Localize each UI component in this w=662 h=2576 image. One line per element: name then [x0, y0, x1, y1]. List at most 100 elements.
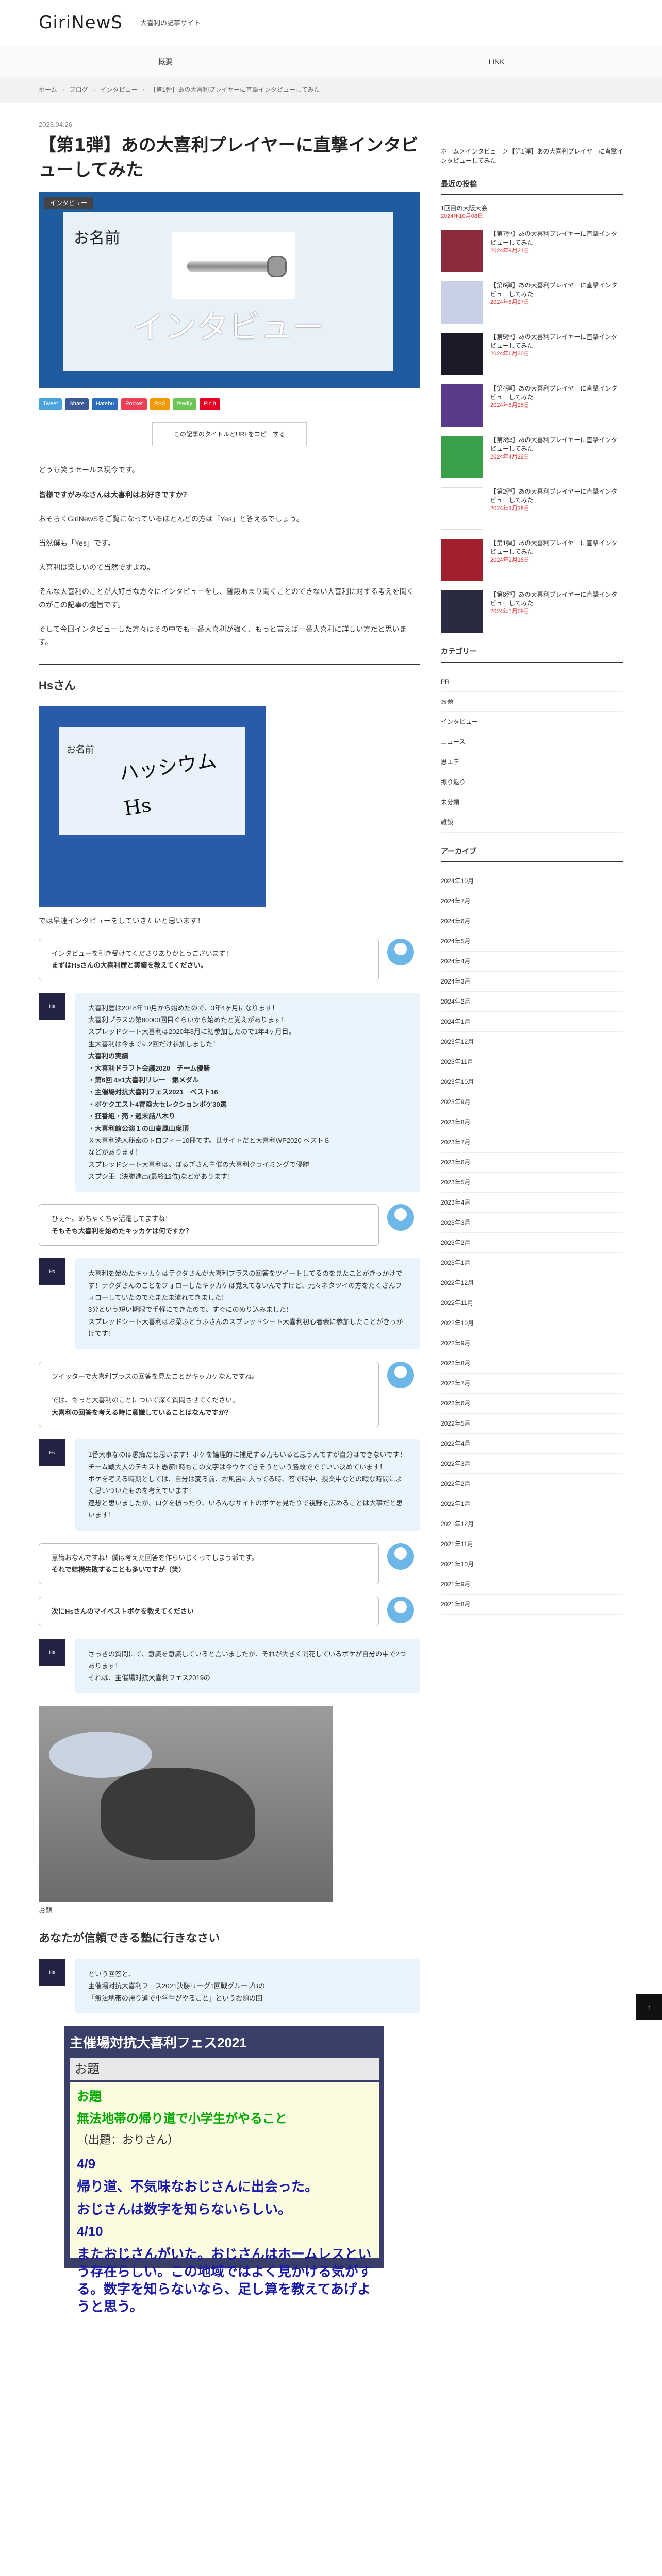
bubble-line: それで結構失敗することも多いですが（笑） — [52, 1565, 186, 1573]
recent-post-text: 【第3弾】あの大喜利プレイヤーに直撃インタビューしてみた 2024年4月22日 — [490, 436, 623, 478]
recent-post-item[interactable]: 【第2弾】あの大喜利プレイヤーに直撃インタビューしてみた 2024年3月28日 — [441, 487, 623, 530]
share-button-rss[interactable]: RSS — [150, 398, 170, 411]
category-tag[interactable]: インタビュー — [44, 197, 94, 209]
breadcrumb-separator: › — [62, 86, 64, 94]
archive-item[interactable]: 2022年11月 — [441, 1293, 623, 1313]
category-item[interactable]: お題 — [441, 692, 623, 712]
share-button-pocket[interactable]: Pocket — [121, 398, 147, 411]
recent-posts-heading: 最近の投稿 — [441, 178, 623, 195]
bubble-line: チーム戦大人のテキスト愚痴1時もこの文字は今ウケてきそうという勝敗ででていい決め… — [88, 1463, 387, 1471]
archive-item[interactable]: 2024年3月 — [441, 972, 623, 992]
category-item[interactable]: 雑談 — [441, 812, 623, 833]
bubble-line: 大喜利プラスの第80000回目ぐらいから始めたと覚えがあります！ — [88, 1016, 288, 1024]
copy-title-url-button[interactable]: この記事のタイトルとURLをコピーする — [152, 422, 307, 447]
archive-item[interactable]: 2022年1月 — [441, 1494, 623, 1514]
recent-post-item[interactable]: 【第7弾】あの大喜利プレイヤーに直撃インタビューしてみた 2024年9月21日 — [441, 230, 623, 273]
recent-post-text: 【第5弾】あの大喜利プレイヤーに直撃インタビューしてみた 2024年6月30日 — [490, 333, 623, 375]
archive-item[interactable]: 2022年12月 — [441, 1273, 623, 1293]
bubble-line: ・主催場対抗大喜利フェス2021 ベスト16 — [88, 1088, 218, 1096]
archive-item[interactable]: 2023年10月 — [441, 1072, 623, 1092]
recent-post-item[interactable]: 【第5弾】あの大喜利プレイヤーに直撃インタビューしてみた 2024年6月30日 — [441, 333, 623, 376]
archive-item[interactable]: 2024年4月 — [441, 952, 623, 972]
archive-item[interactable]: 2023年1月 — [441, 1253, 623, 1273]
bubble-text: 1番大事なのは愚痴だと思います！ボケを論理的に補足する力もいると思うんですが自分… — [75, 1439, 420, 1531]
archive-item[interactable]: 2023年7月 — [441, 1132, 623, 1153]
archive-item[interactable]: 2023年11月 — [441, 1052, 623, 1072]
share-button-share[interactable]: Share — [65, 398, 89, 411]
archive-item[interactable]: 2024年2月 — [441, 992, 623, 1012]
share-button-pin-it[interactable]: Pin it — [199, 398, 221, 411]
breadcrumb-item[interactable]: ブログ — [70, 84, 88, 96]
archive-item[interactable]: 2023年9月 — [441, 1092, 623, 1112]
recent-post-title: 【第4弾】あの大喜利プレイヤーに直撃インタビューしてみた — [490, 385, 618, 401]
nav-item-1[interactable]: LINK — [331, 46, 662, 77]
archive-item[interactable]: 2023年4月 — [441, 1193, 623, 1213]
bubble-text: 意識おなんですね！僕は考えた回答を作らいじくってしまう派です。 それで結構失敗する… — [39, 1543, 379, 1585]
recent-first[interactable]: 1回目の大阪大会 2024年10月08日 — [441, 204, 623, 221]
bubble-text: 大喜利歴は2018年10月から始めたので、3年4ヶ月になります！ 大喜利プラスの第… — [75, 992, 420, 1192]
bubble-line: 主催場対抗大喜利フェス2021決勝リーグ1回戦グループBの — [88, 1982, 266, 1990]
archive-item[interactable]: 2024年10月 — [441, 871, 623, 891]
archive-item[interactable]: 2022年7月 — [441, 1374, 623, 1394]
article-main: 2023.04.26 【第1弾】あの大喜利プレイヤーに直撃インタビューしてみた … — [39, 118, 420, 2314]
recent-post-item[interactable]: 【第4弾】あの大喜利プレイヤーに直撃インタビューしてみた 2024年5月25日 — [441, 384, 623, 427]
archive-item[interactable]: 2024年1月 — [441, 1012, 623, 1032]
archive-item[interactable]: 2023年2月 — [441, 1233, 623, 1253]
bubble-line: 生大喜利は今までに2回だけ参加しました！ — [88, 1040, 220, 1048]
bubble-line: 大喜利を始めたキッカケはテクダさんが大喜利プラスの回答をツイートしてるのを見たこ… — [88, 1269, 403, 1302]
archive-item[interactable]: 2021年8月 — [441, 1595, 623, 1615]
archive-item[interactable]: 2022年5月 — [441, 1414, 623, 1434]
category-item[interactable]: インタビュー — [441, 712, 623, 732]
category-item[interactable]: 振り返り — [441, 772, 623, 792]
nav-item-0[interactable]: 概要 — [0, 46, 331, 77]
archive-item[interactable]: 2022年9月 — [441, 1333, 623, 1353]
intro-paragraph: 当然僕も「Yes」です。 — [39, 538, 115, 547]
archive-item[interactable]: 2022年4月 — [441, 1434, 623, 1454]
archive-item[interactable]: 2021年10月 — [441, 1554, 623, 1574]
recent-post-item[interactable]: 【第6弾】あの大喜利プレイヤーに直撃インタビューしてみた 2024年8月27日 — [441, 281, 623, 324]
breadcrumb-item[interactable]: インタビュー — [101, 84, 138, 96]
archive-item[interactable]: 2023年6月 — [441, 1153, 623, 1173]
quest-by: （出題：おりさん） — [77, 2133, 179, 2147]
archive-item[interactable]: 2022年6月 — [441, 1394, 623, 1414]
archive-item[interactable]: 2023年8月 — [441, 1112, 623, 1132]
speech-bubble-right: 次にHsさんのマイベストボケを教えてください — [39, 1597, 420, 1626]
category-item[interactable]: PR — [441, 672, 623, 692]
archive-item[interactable]: 2023年5月 — [441, 1173, 623, 1193]
archive-item[interactable]: 2022年2月 — [441, 1474, 623, 1494]
category-item[interactable]: ニュース — [441, 732, 623, 752]
archive-item[interactable]: 2021年9月 — [441, 1574, 623, 1595]
archive-item[interactable]: 2022年10月 — [441, 1313, 623, 1333]
archive-item[interactable]: 2024年7月 — [441, 891, 623, 911]
page-top-button[interactable]: ↑ — [636, 1994, 662, 2020]
recent-post-item[interactable]: 【第3弾】あの大喜利プレイヤーに直撃インタビューしてみた 2024年4月22日 — [441, 436, 623, 479]
avatar-interviewer — [387, 938, 414, 965]
speech-bubble-right: ひぇ〜、めちゃくちゃ活躍してますね！ そもそも大喜利を始めたキッカケは何ですか？ — [39, 1204, 420, 1246]
category-item[interactable]: 未分類 — [441, 792, 623, 812]
section-title: Hsさん — [39, 679, 76, 692]
archive-item[interactable]: 2024年6月 — [441, 911, 623, 931]
archive-item[interactable]: 2023年3月 — [441, 1213, 623, 1233]
bubble-text: 次にHsさんのマイベストボケを教えてください — [39, 1597, 379, 1626]
archive-item[interactable]: 2021年11月 — [441, 1534, 623, 1554]
share-button-hatebu[interactable]: Hatebu — [91, 398, 119, 411]
category-item[interactable]: 思エデ — [441, 752, 623, 772]
share-button-tweet[interactable]: Tweet — [39, 398, 62, 411]
site-logo[interactable]: GiriNewS — [39, 7, 123, 39]
bubble-line: スプレッドシート大喜利は2020年8月に初参加したので1年4ヶ月目。 — [88, 1028, 295, 1036]
bubble-line: などがあります！ — [88, 1148, 142, 1157]
archive-item[interactable]: 2022年3月 — [441, 1454, 623, 1474]
category-list: PR お題 インタビュー ニュース 思エデ 振り返り 未分類 雑談 — [441, 672, 623, 833]
quest-line: 4/9 — [77, 2156, 96, 2172]
recent-post-date: 2024年3月28日 — [490, 505, 529, 512]
breadcrumb-item: 【第1弾】あの大喜利プレイヤーに直撃インタビューしてみた — [150, 86, 320, 94]
recent-post-item[interactable]: 【第1弾】あの大喜利プレイヤーに直撃インタビューしてみた 2024年2月18日 — [441, 539, 623, 582]
quest-theme: 無法地帯の帰り道で小学生がやること — [77, 2112, 287, 2126]
archive-item[interactable]: 2022年8月 — [441, 1353, 623, 1374]
recent-post-item[interactable]: 【第8弾】あの大喜利プレイヤーに直撃インタビューしてみた 2024年1月09日 — [441, 590, 623, 633]
archive-item[interactable]: 2024年5月 — [441, 931, 623, 952]
archive-item[interactable]: 2023年12月 — [441, 1032, 623, 1052]
archive-item[interactable]: 2021年12月 — [441, 1514, 623, 1534]
breadcrumb-item[interactable]: ホーム — [39, 84, 57, 96]
share-button-feedly[interactable]: feedly — [173, 398, 196, 411]
